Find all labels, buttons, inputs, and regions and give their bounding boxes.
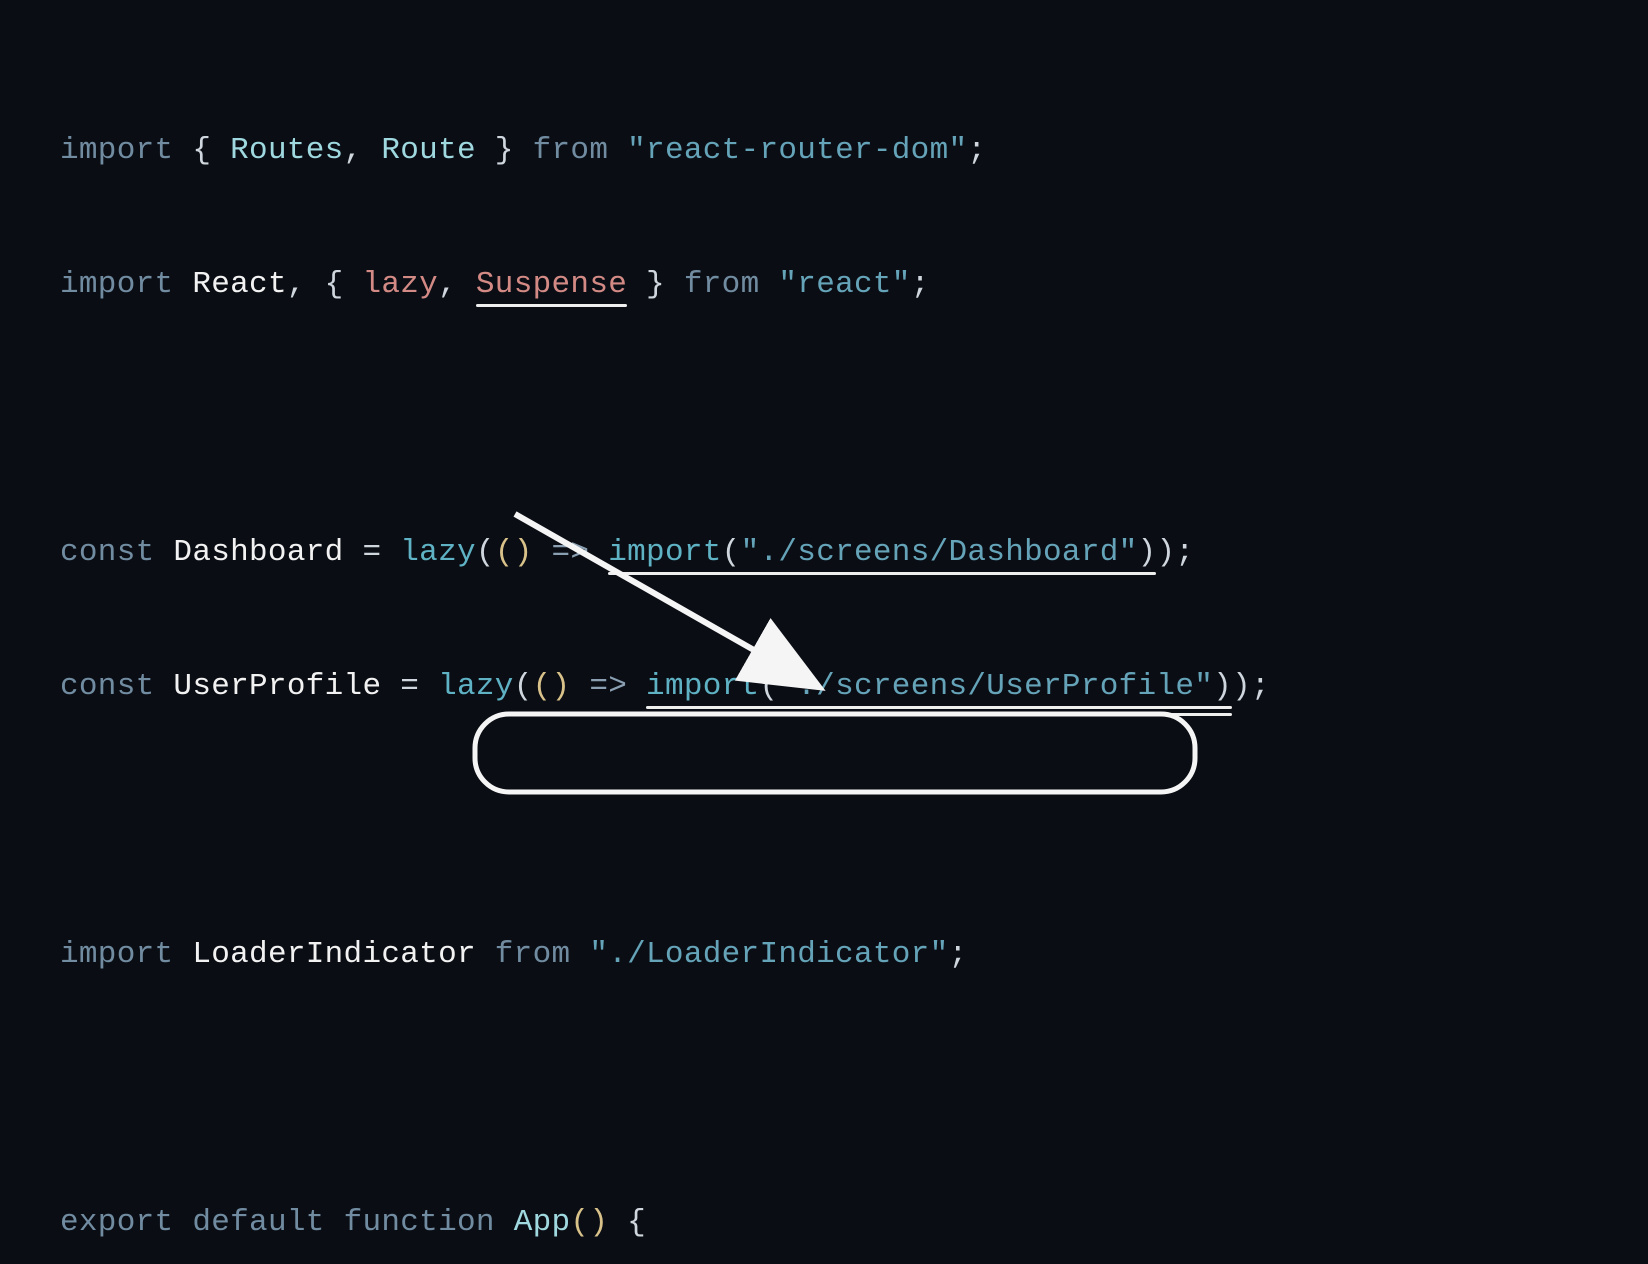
keyword-import: import bbox=[60, 133, 173, 168]
code-editor: import { Routes, Route } from "react-rou… bbox=[0, 0, 1648, 1264]
code-line: const Dashboard = lazy(() => import("./s… bbox=[60, 519, 1648, 586]
keyword-from: from bbox=[533, 133, 609, 168]
ident-react: React bbox=[192, 267, 287, 302]
ident-dashboard: Dashboard bbox=[173, 535, 343, 570]
ident-routes: Routes bbox=[230, 133, 343, 168]
underlined-import-dash: import("./screens/Dashboard") bbox=[608, 535, 1156, 570]
ident-suspense-underlined: Suspense bbox=[476, 267, 627, 302]
underlined-import-user-double: import("./screens/UserProfile") bbox=[646, 669, 1232, 704]
ident-route: Route bbox=[381, 133, 476, 168]
ident-app: App bbox=[514, 1205, 571, 1240]
string-loader: "./LoaderIndicator" bbox=[589, 937, 948, 972]
code-line: import React, { lazy, Suspense } from "r… bbox=[60, 251, 1648, 318]
ident-loader: LoaderIndicator bbox=[192, 937, 476, 972]
ident-userprofile: UserProfile bbox=[173, 669, 381, 704]
code-line: import LoaderIndicator from "./LoaderInd… bbox=[60, 921, 1648, 988]
string-rrd: "react-router-dom" bbox=[627, 133, 967, 168]
ident-lazy: lazy bbox=[362, 267, 438, 302]
code-line: const UserProfile = lazy(() => import(".… bbox=[60, 653, 1648, 720]
string-react: "react" bbox=[778, 267, 910, 302]
code-line: import { Routes, Route } from "react-rou… bbox=[60, 117, 1648, 184]
code-line: export default function App() { bbox=[60, 1189, 1648, 1256]
